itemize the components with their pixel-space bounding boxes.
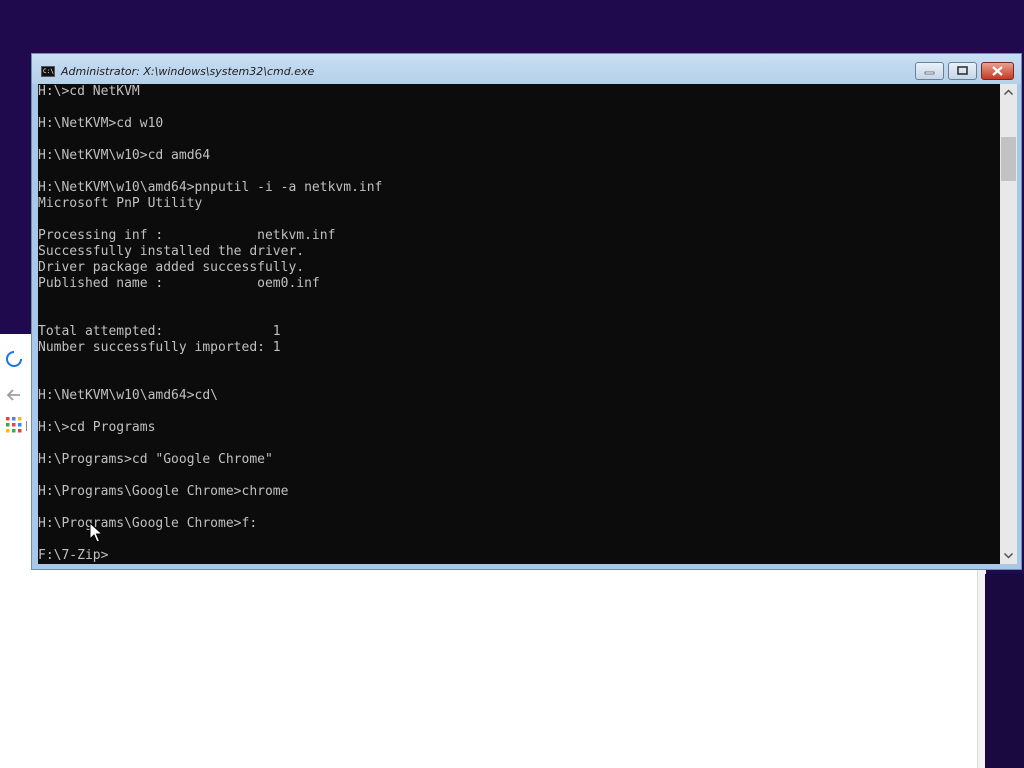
console-line: H:\NetKVM\w10\amd64>cd\	[38, 388, 219, 403]
maximize-button[interactable]	[948, 62, 977, 80]
back-arrow-icon[interactable]	[3, 384, 25, 406]
console-line: H:\Programs>cd "Google Chrome"	[38, 452, 273, 467]
console-line: H:\Programs\Google Chrome>chrome	[38, 484, 289, 499]
close-icon	[992, 66, 1003, 76]
console-line: Processing inf : netkvm.inf	[38, 228, 336, 243]
console-area[interactable]: H:\>cd NetKVM H:\NetKVM>cd w10 H:\NetKVM\w…	[38, 84, 1000, 564]
cmd-window[interactable]: C:\ Administrator: X:\windows\system32\c…	[31, 53, 1022, 570]
scroll-up-button[interactable]	[1000, 84, 1017, 101]
console-line: H:\>cd Programs	[38, 420, 156, 435]
loading-spinner-icon	[6, 351, 22, 367]
console-line: Total attempted: 1	[38, 324, 281, 339]
console-line: Successfully installed the driver.	[38, 244, 305, 259]
desktop: C:\ Administrator: X:\windows\system32\c…	[0, 0, 1024, 768]
console-line: F:\7-Zip>	[38, 548, 109, 563]
console-line: H:\NetKVM>cd w10	[38, 116, 164, 131]
chevron-down-icon	[1003, 552, 1014, 559]
console-line: H:\Programs\Google Chrome>f:	[38, 516, 258, 531]
console-line: Number successfully imported: 1	[38, 340, 281, 355]
scroll-thumb[interactable]	[1001, 137, 1016, 181]
console-line: Microsoft PnP Utility	[38, 196, 203, 211]
console-line: H:\NetKVM\w10\amd64>pnputil -i -a netkvm…	[38, 180, 383, 195]
vertical-scrollbar[interactable]	[1000, 84, 1017, 564]
console-line: Driver package added successfully.	[38, 260, 305, 275]
console-line: H:\>cd NetKVM	[38, 84, 140, 99]
console-line: H:\NetKVM\w10>cd amd64	[38, 148, 211, 163]
minimize-button[interactable]	[915, 62, 944, 80]
mouse-pointer-icon	[89, 522, 103, 543]
chevron-up-icon	[1003, 89, 1014, 96]
desktop-right-strip	[985, 574, 1024, 768]
cmd-app-icon: C:\	[41, 66, 55, 77]
scroll-down-button[interactable]	[1000, 547, 1017, 564]
title-bar[interactable]: C:\ Administrator: X:\windows\system32\c…	[32, 54, 1021, 84]
maximize-icon	[957, 66, 968, 75]
apps-grid-icon[interactable]	[3, 414, 25, 436]
window-title: Administrator: X:\windows\system32\cmd.e…	[61, 65, 315, 78]
console-output[interactable]: H:\>cd NetKVM H:\NetKVM>cd w10 H:\NetKVM\w…	[38, 84, 1000, 564]
close-button[interactable]	[981, 62, 1014, 80]
minimize-icon	[924, 71, 935, 75]
console-line: Published name : oem0.inf	[38, 276, 320, 291]
